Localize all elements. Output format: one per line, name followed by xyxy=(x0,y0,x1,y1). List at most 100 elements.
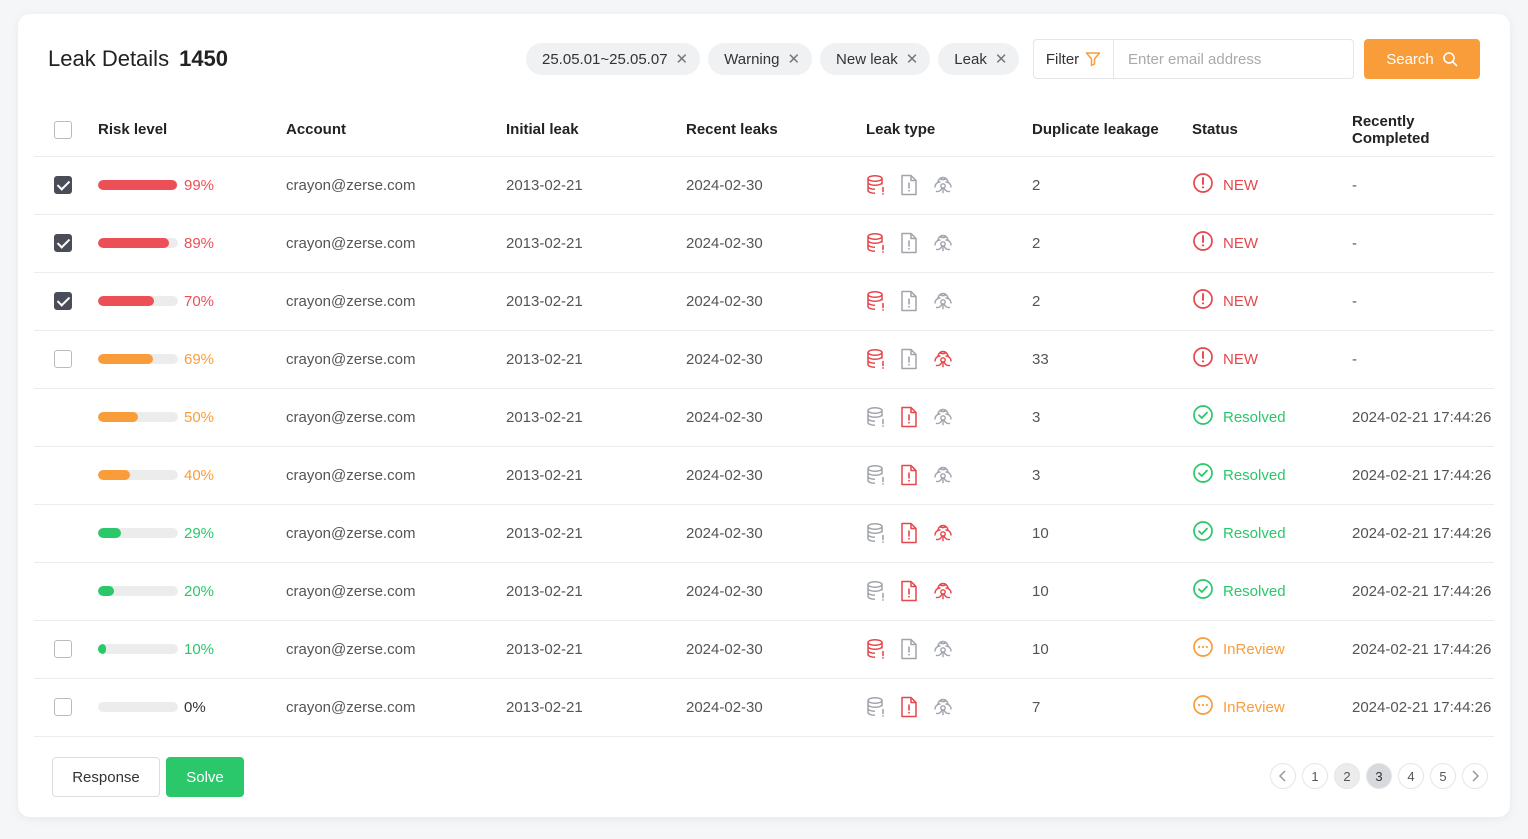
filter-button[interactable]: Filter xyxy=(1034,40,1114,78)
risk-bar xyxy=(98,470,178,480)
select-cell xyxy=(34,620,82,679)
account-cell: crayon@zerse.com xyxy=(286,156,506,215)
leak-type-cell xyxy=(866,504,1032,563)
risk-level: 10% xyxy=(98,641,286,658)
page-title: Leak Details 1450 xyxy=(48,46,228,72)
row-checkbox[interactable] xyxy=(54,176,72,195)
completed-cell: 2024-02-21 17:44:26 xyxy=(1352,620,1494,679)
table-row[interactable]: 50% crayon@zerse.com 2013-02-21 2024-02-30 3… xyxy=(34,388,1494,447)
recent-leak-cell: 2024-02-30 xyxy=(686,678,866,737)
alert-circle-icon xyxy=(1192,230,1214,256)
solve-button[interactable]: Solve xyxy=(166,757,244,797)
status-cell: Resolved xyxy=(1192,446,1352,505)
close-icon[interactable]: ✕ xyxy=(676,52,689,67)
risk-bar xyxy=(98,644,178,654)
risk-level: 89% xyxy=(98,235,286,252)
close-icon[interactable]: ✕ xyxy=(995,52,1008,67)
response-button[interactable]: Response xyxy=(52,757,160,797)
biohazard-icon xyxy=(932,696,954,718)
table-row[interactable]: 89% crayon@zerse.com 2013-02-21 2024-02-30 2… xyxy=(34,214,1494,273)
filter-chip[interactable]: Leak ✕ xyxy=(938,43,1020,75)
filter-chip[interactable]: New leak ✕ xyxy=(820,43,931,75)
leak-type-icons xyxy=(866,464,1032,486)
page-button[interactable]: 1 xyxy=(1302,763,1328,789)
recent-leak-cell: 2024-02-30 xyxy=(686,446,866,505)
col-initial-leak[interactable]: Initial leak xyxy=(506,104,686,157)
alert-circle-icon xyxy=(1192,288,1214,314)
page-button[interactable]: 4 xyxy=(1398,763,1424,789)
col-duplicate-leakage[interactable]: Duplicate leakage xyxy=(1032,104,1192,157)
risk-bar xyxy=(98,412,178,422)
status-label: InReview xyxy=(1223,698,1285,716)
recent-leak-cell: 2024-02-30 xyxy=(686,272,866,331)
duplicate-cell: 10 xyxy=(1032,620,1192,679)
next-page-button[interactable] xyxy=(1462,763,1488,789)
status-cell: NEW xyxy=(1192,214,1352,273)
duplicate-cell: 10 xyxy=(1032,504,1192,563)
search-label: Search xyxy=(1386,50,1434,68)
recent-leak-cell: 2024-02-30 xyxy=(686,562,866,621)
status-cell: NEW xyxy=(1192,272,1352,331)
more-circle-icon xyxy=(1192,694,1214,720)
leak-type-icons xyxy=(866,174,1032,196)
table-row[interactable]: 29% crayon@zerse.com 2013-02-21 2024-02-30 1… xyxy=(34,504,1494,563)
col-leak-type[interactable]: Leak type xyxy=(866,104,1032,157)
status-badge: NEW xyxy=(1192,346,1352,372)
risk-cell: 89% xyxy=(82,214,286,273)
leak-type-icons xyxy=(866,696,1032,718)
close-icon[interactable]: ✕ xyxy=(787,52,800,67)
table-row[interactable]: 99% crayon@zerse.com 2013-02-21 2024-02-30 2… xyxy=(34,156,1494,215)
table-row[interactable]: 0% crayon@zerse.com 2013-02-21 2024-02-30 7 I… xyxy=(34,678,1494,737)
file-alert-icon xyxy=(900,580,918,602)
row-checkbox[interactable] xyxy=(54,640,72,659)
status-badge: Resolved xyxy=(1192,404,1352,430)
risk-percent: 50% xyxy=(184,408,215,426)
recent-leak-cell: 2024-02-30 xyxy=(686,620,866,679)
search-button[interactable]: Search xyxy=(1364,39,1480,79)
filter-chip-label: New leak xyxy=(836,50,898,68)
page-button[interactable]: 2 xyxy=(1334,763,1360,789)
leak-type-icons xyxy=(866,232,1032,254)
col-recently-completed[interactable]: Recently Completed xyxy=(1352,104,1494,157)
prev-page-button[interactable] xyxy=(1270,763,1296,789)
status-label: Resolved xyxy=(1223,524,1286,542)
email-search-input[interactable] xyxy=(1114,40,1353,78)
page-button[interactable]: 5 xyxy=(1430,763,1456,789)
account-cell: crayon@zerse.com xyxy=(286,678,506,737)
account-cell: crayon@zerse.com xyxy=(286,330,506,389)
database-icon xyxy=(866,290,886,312)
row-checkbox[interactable] xyxy=(54,234,72,253)
filter-chip[interactable]: 25.05.01~25.05.07 ✕ xyxy=(526,43,701,75)
close-icon[interactable]: ✕ xyxy=(906,52,919,67)
row-checkbox[interactable] xyxy=(54,698,72,717)
table-row[interactable]: 69% crayon@zerse.com 2013-02-21 2024-02-30 3… xyxy=(34,330,1494,389)
select-all-checkbox[interactable] xyxy=(54,120,72,139)
page-button[interactable]: 3 xyxy=(1366,763,1392,789)
total-count: 1450 xyxy=(179,46,229,71)
col-account[interactable]: Account xyxy=(286,104,506,157)
filter-chip[interactable]: Warning ✕ xyxy=(708,43,813,75)
risk-percent: 99% xyxy=(184,176,215,194)
table-row[interactable]: 70% crayon@zerse.com 2013-02-21 2024-02-30 2… xyxy=(34,272,1494,331)
risk-bar-fill xyxy=(98,644,106,654)
table-row[interactable]: 20% crayon@zerse.com 2013-02-21 2024-02-30 1… xyxy=(34,562,1494,621)
file-alert-icon xyxy=(900,638,918,660)
risk-percent: 89% xyxy=(184,234,215,252)
row-checkbox[interactable] xyxy=(54,292,72,311)
database-icon xyxy=(866,174,886,196)
filter-chip-label: Leak xyxy=(954,50,987,68)
row-checkbox[interactable] xyxy=(54,350,72,369)
status-badge: NEW xyxy=(1192,172,1352,198)
col-status[interactable]: Status xyxy=(1192,104,1352,157)
initial-leak-cell: 2013-02-21 xyxy=(506,272,686,331)
col-risk-level[interactable]: Risk level xyxy=(82,104,286,157)
completed-cell: - xyxy=(1352,330,1494,389)
duplicate-cell: 2 xyxy=(1032,272,1192,331)
table-row[interactable]: 40% crayon@zerse.com 2013-02-21 2024-02-30 3… xyxy=(34,446,1494,505)
risk-level: 69% xyxy=(98,351,286,368)
funnel-icon xyxy=(1085,52,1101,67)
risk-bar-fill xyxy=(98,180,178,190)
col-recent-leaks[interactable]: Recent leaks xyxy=(686,104,866,157)
table-row[interactable]: 10% crayon@zerse.com 2013-02-21 2024-02-30 1… xyxy=(34,620,1494,679)
status-label: NEW xyxy=(1223,292,1258,310)
